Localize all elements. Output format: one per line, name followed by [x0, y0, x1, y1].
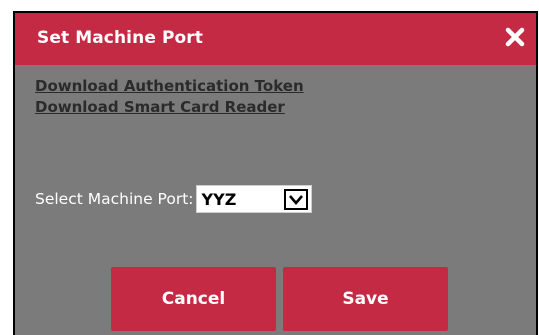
set-machine-port-dialog: Set Machine Port Download Authentication…	[13, 11, 538, 335]
download-auth-token-link[interactable]: Download Authentication Token	[35, 76, 304, 97]
dialog-title-bar: Set Machine Port	[15, 13, 536, 65]
close-icon	[505, 27, 525, 47]
dialog-title: Set Machine Port	[37, 28, 204, 48]
close-button[interactable]	[504, 26, 526, 48]
machine-port-row: Select Machine Port: YYZ	[35, 185, 312, 213]
download-smart-card-reader-link[interactable]: Download Smart Card Reader	[35, 97, 304, 118]
download-links: Download Authentication Token Download S…	[35, 76, 304, 118]
save-button[interactable]: Save	[283, 267, 448, 331]
dropdown-arrow-button[interactable]	[283, 189, 308, 210]
machine-port-value: YYZ	[201, 190, 237, 209]
machine-port-select[interactable]: YYZ	[195, 185, 312, 213]
cancel-button[interactable]: Cancel	[111, 267, 276, 331]
chevron-down-icon	[288, 195, 303, 205]
machine-port-label: Select Machine Port:	[35, 190, 194, 208]
